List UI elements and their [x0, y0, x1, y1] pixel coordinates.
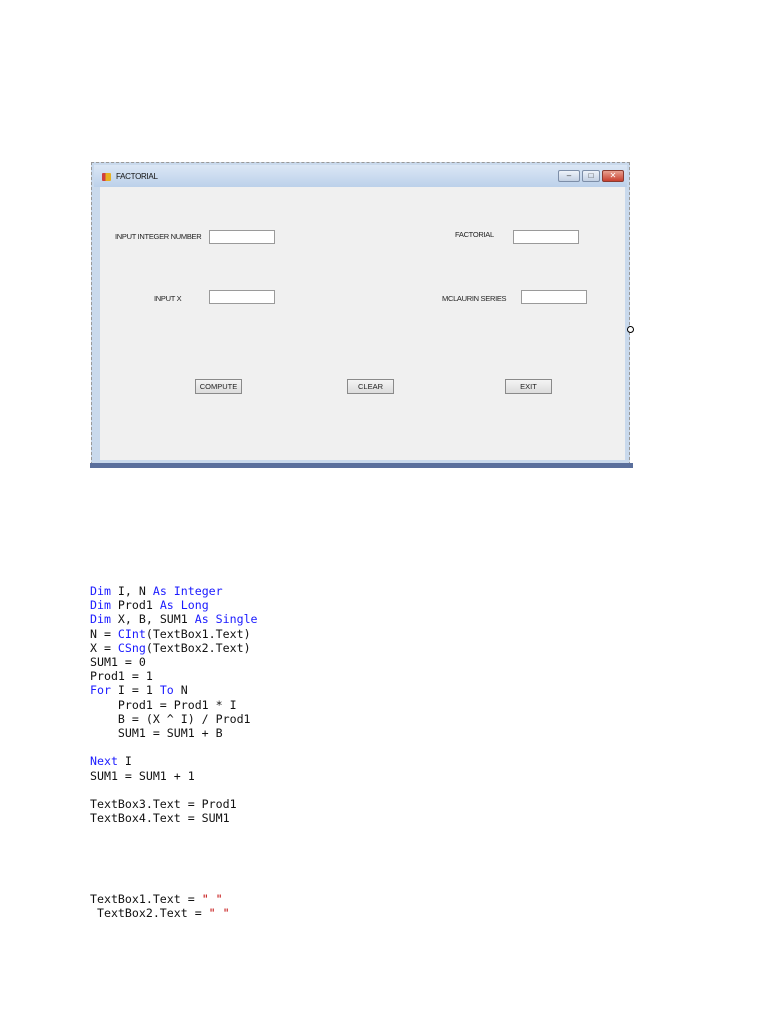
code-keyword: CSng [117, 640, 146, 655]
code-keyword: Next [90, 754, 118, 769]
compute-button[interactable]: COMPUTE [195, 379, 242, 394]
close-button[interactable]: ✕ [602, 170, 624, 182]
code-text: (TextBox2.Text) [145, 640, 251, 655]
code-line: SUM1 = SUM1 + 1 [90, 769, 258, 783]
input-x-label: INPUT X [154, 294, 182, 303]
title-bar: FACTORIAL – □ ✕ [94, 165, 627, 187]
maximize-button[interactable]: □ [582, 170, 600, 182]
code-line: Next I [90, 754, 258, 768]
code-text: Prod1 [110, 598, 160, 613]
factorial-label: FACTORIAL [455, 230, 494, 239]
code-text: I = 1 [110, 683, 160, 698]
exit-button[interactable]: EXIT [505, 379, 552, 394]
code-keyword: As Integer [152, 584, 223, 598]
code-text: N [173, 683, 188, 698]
input-x-textbox[interactable] [209, 290, 275, 304]
code-line: Prod1 = 1 [90, 669, 258, 683]
code-keyword: Dim [90, 598, 111, 613]
code-string: " " [201, 892, 223, 906]
mclaurin-series-label: MCLAURIN SERIES [442, 294, 507, 303]
code-text: Prod1 = 1 [90, 669, 153, 684]
code-text: Prod1 = Prod1 * I [90, 697, 237, 712]
clear-button[interactable]: CLEAR [347, 379, 394, 394]
app-icon [102, 173, 111, 181]
code-text: I [117, 754, 132, 769]
code-keyword: Dim [90, 584, 111, 598]
code-text: X = [90, 640, 118, 655]
factorial-form-window: FACTORIAL – □ ✕ INPUT INTEGER NUMBER FAC… [91, 162, 630, 465]
code-line: X = CSng(TextBox2.Text) [90, 641, 258, 655]
code-keyword: CInt [117, 626, 146, 641]
code-keyword: To [159, 683, 174, 698]
code-line: SUM1 = SUM1 + B [90, 726, 258, 740]
code-keyword: Dim [90, 612, 111, 627]
code-line: Dim Prod1 As Long [90, 598, 258, 612]
code-line: TextBox3.Text = Prod1 [90, 797, 258, 811]
window-title: FACTORIAL [116, 172, 158, 181]
code-line: Dim X, B, SUM1 As Single [90, 612, 258, 626]
code-line: TextBox1.Text = " " [90, 892, 230, 906]
code-text: SUM1 = SUM1 + 1 [90, 768, 195, 783]
resize-handle[interactable] [627, 326, 634, 333]
code-line: TextBox2.Text = " " [90, 906, 230, 920]
clear-code-block: TextBox1.Text = " " TextBox2.Text = " " [90, 892, 230, 920]
factorial-textbox[interactable] [513, 230, 579, 244]
code-line: Dim I, N As Integer [90, 584, 258, 598]
code-keyword: As Single [194, 612, 258, 627]
code-text: I, N [110, 584, 153, 598]
code-line: TextBox4.Text = SUM1 [90, 811, 258, 825]
designer-bottom-bar [90, 463, 633, 468]
code-string: " " [208, 906, 230, 921]
code-text: (TextBox1.Text) [145, 626, 251, 641]
code-text: SUM1 = SUM1 + B [90, 726, 223, 741]
code-line: SUM1 = 0 [90, 655, 258, 669]
code-keyword: For [90, 683, 111, 698]
code-text: SUM1 = 0 [90, 655, 146, 670]
code-text: N = [90, 626, 118, 641]
code-keyword: As Long [159, 598, 209, 613]
code-line: For I = 1 To N [90, 683, 258, 697]
form-client-area: INPUT INTEGER NUMBER FACTORIAL INPUT X M… [100, 187, 625, 460]
code-line: N = CInt(TextBox1.Text) [90, 627, 258, 641]
code-text: TextBox3.Text = Prod1 [90, 797, 237, 812]
code-line: B = (X ^ I) / Prod1 [90, 712, 258, 726]
input-integer-textbox[interactable] [209, 230, 275, 244]
input-integer-label: INPUT INTEGER NUMBER [115, 232, 202, 241]
code-line: Prod1 = Prod1 * I [90, 698, 258, 712]
compute-code-block: Dim I, N As Integer Dim Prod1 As Long Dim … [90, 584, 258, 825]
minimize-button[interactable]: – [558, 170, 580, 182]
code-text: TextBox4.Text = SUM1 [90, 811, 230, 826]
code-text: B = (X ^ I) / Prod1 [90, 711, 251, 726]
code-text: X, B, SUM1 [110, 612, 195, 627]
code-text: TextBox2.Text = [90, 906, 209, 921]
mclaurin-series-textbox[interactable] [521, 290, 587, 304]
code-text: TextBox1.Text = [90, 892, 202, 906]
